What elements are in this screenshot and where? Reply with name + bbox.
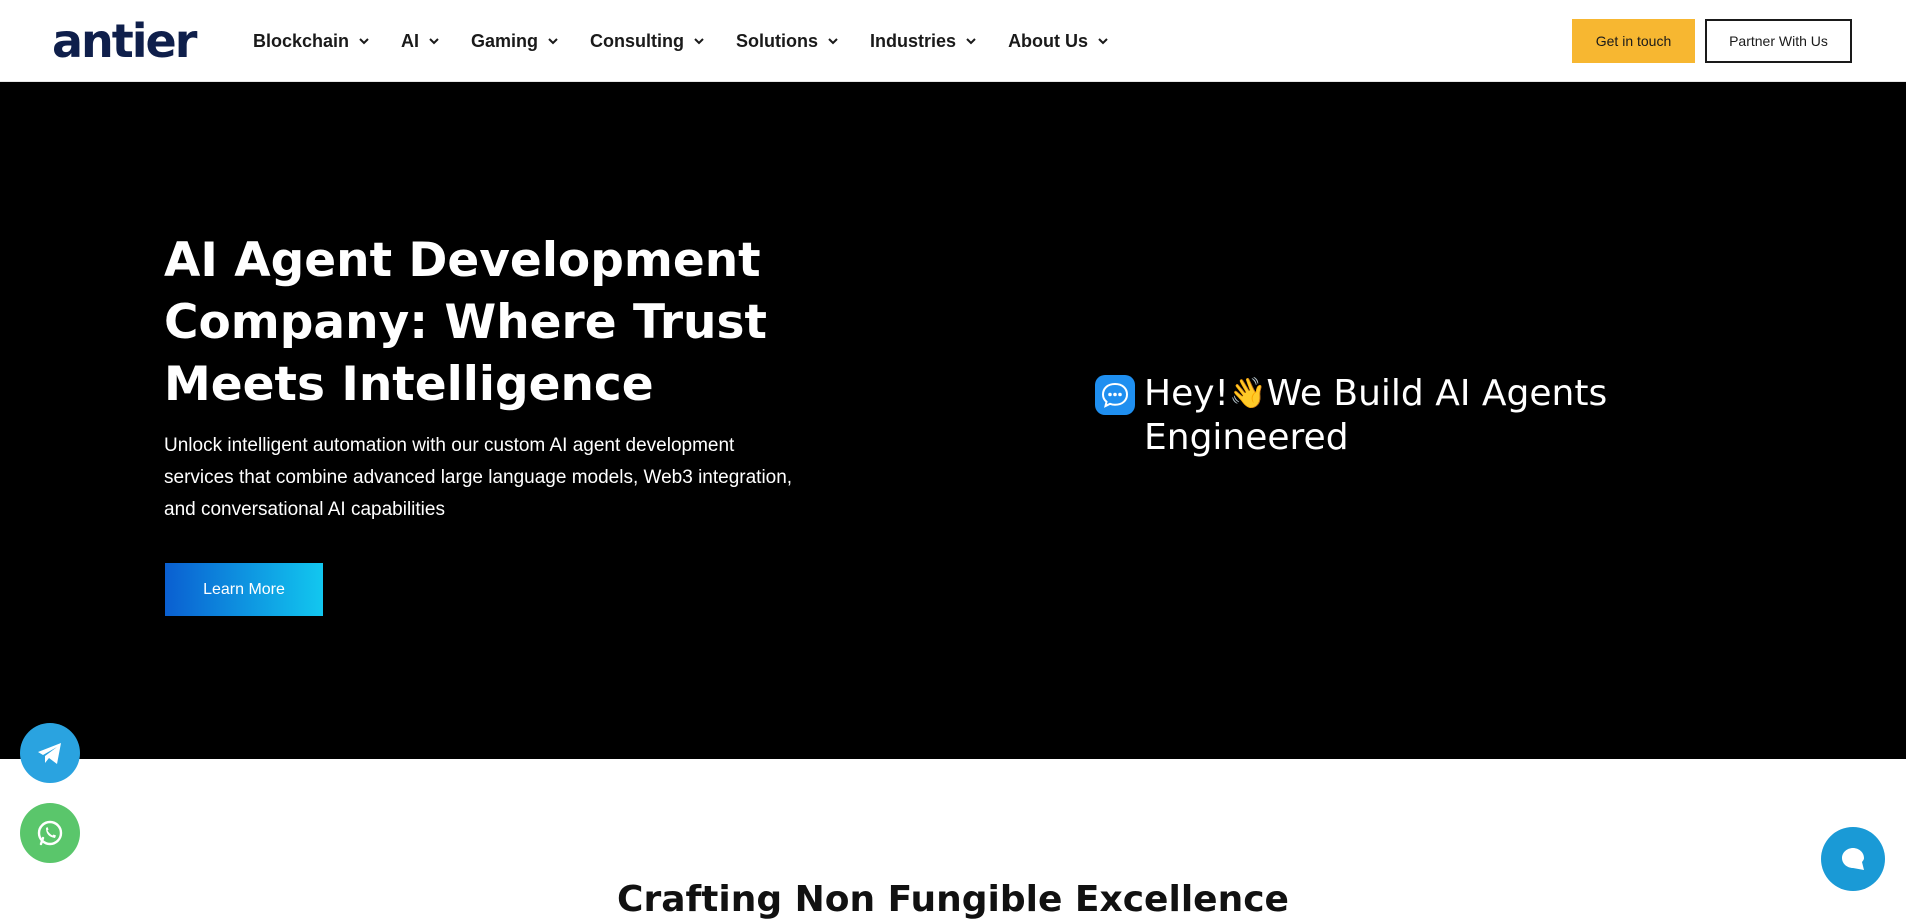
nav-item-label: Gaming [471, 30, 539, 51]
telegram-button[interactable] [20, 723, 80, 783]
nav-item-label: Consulting [590, 30, 685, 51]
telegram-icon [38, 743, 61, 764]
nav-item-label: Solutions [736, 30, 819, 51]
site-header: antier Blockchain AI Gaming Consulting S… [0, 0, 1906, 82]
chevron-down-icon [429, 38, 439, 45]
whatsapp-icon [37, 820, 63, 846]
hero-typed-text: Hey!👋We Build AI Agents Engineered [1144, 372, 1664, 460]
main-nav: Blockchain AI Gaming Consulting Solution… [253, 0, 1140, 82]
section-heading: Crafting Non Fungible Excellence [617, 879, 1289, 920]
whatsapp-button[interactable] [20, 803, 80, 863]
nav-item-gaming[interactable]: Gaming [471, 31, 560, 52]
chat-icon [1842, 848, 1864, 870]
partner-with-us-button[interactable]: Partner With Us [1705, 19, 1852, 63]
chevron-down-icon [828, 38, 838, 45]
chevron-down-icon [548, 38, 558, 45]
chevron-down-icon [966, 38, 976, 45]
nav-item-label: AI [401, 30, 420, 51]
hero-description: Unlock intelligent automation with our c… [164, 435, 793, 520]
nav-item-label: Industries [870, 30, 957, 51]
nav-item-consulting[interactable]: Consulting [590, 31, 706, 52]
hero-title: AI Agent Development Company: Where Trus… [164, 233, 767, 412]
chat-bubble-icon [1095, 375, 1135, 415]
nav-item-label: Blockchain [253, 30, 350, 51]
nav-item-ai[interactable]: AI [401, 31, 441, 52]
typed-prefix: Hey! [1144, 373, 1229, 414]
chevron-down-icon [1098, 38, 1108, 45]
nav-item-label: About Us [1008, 30, 1089, 51]
get-in-touch-button[interactable]: Get in touch [1572, 19, 1695, 63]
nav-item-blockchain[interactable]: Blockchain [253, 31, 371, 52]
nav-item-industries[interactable]: Industries [870, 31, 978, 52]
hero-section: AI Agent Development Company: Where Trus… [0, 82, 1906, 759]
nav-item-about-us[interactable]: About Us [1008, 31, 1110, 52]
wave-icon: 👋 [1228, 376, 1267, 411]
chevron-down-icon [694, 38, 704, 45]
logo[interactable]: antier [52, 14, 197, 68]
learn-more-button[interactable]: Learn More [165, 563, 323, 616]
nav-item-solutions[interactable]: Solutions [736, 31, 840, 52]
chevron-down-icon [359, 38, 369, 45]
